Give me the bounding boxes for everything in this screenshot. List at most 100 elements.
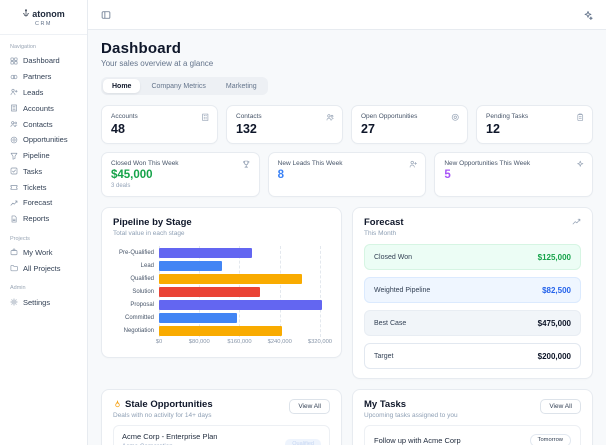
sidebar-item-dashboard[interactable]: Dashboard bbox=[0, 53, 87, 69]
sidebar-item-my-work[interactable]: My Work bbox=[0, 245, 87, 261]
sidebar-item-tickets[interactable]: Tickets bbox=[0, 179, 87, 195]
chart-bar-qualified[interactable] bbox=[159, 273, 303, 284]
page-subtitle: Your sales overview at a glance bbox=[101, 59, 214, 68]
task-due-badge: Tomorrow bbox=[529, 433, 571, 445]
sidebar-item-contacts[interactable]: Contacts bbox=[0, 116, 87, 132]
partners-icon bbox=[10, 73, 18, 81]
forecast-row-closed-won: Closed Won $125,000 bbox=[364, 244, 581, 270]
highlight-value: $45,000 bbox=[111, 169, 153, 181]
stat-card-pending-tasks[interactable]: Pending Tasks 12 bbox=[476, 105, 593, 144]
sidebar-nav: Navigation Dashboard Partners Leads Accounts… bbox=[0, 35, 87, 310]
sidebar-item-label: Partners bbox=[23, 72, 52, 82]
stat-card-contacts[interactable]: Contacts 132 bbox=[226, 105, 343, 144]
sidebar-item-label: Tickets bbox=[23, 182, 47, 192]
stale-subtitle: Deals with no activity for 14+ days bbox=[113, 412, 212, 419]
chart-bar-negotiation[interactable] bbox=[159, 325, 283, 336]
sidebar-item-partners[interactable]: Partners bbox=[0, 69, 87, 85]
forecast-row-label: Best Case bbox=[374, 319, 407, 327]
sidebar-item-settings[interactable]: Settings bbox=[0, 294, 87, 310]
chart-x-tick: $240,000 bbox=[267, 339, 292, 345]
user-plus-icon bbox=[409, 160, 418, 169]
chart-bar-solution[interactable] bbox=[159, 286, 260, 297]
stale-opportunity-row[interactable]: Acme Corp - Enterprise PlanAcme Corporat… bbox=[113, 425, 330, 445]
stat-label: Accounts bbox=[111, 113, 138, 120]
sidebar-item-leads[interactable]: Leads bbox=[0, 85, 87, 101]
forecast-row-label: Weighted Pipeline bbox=[374, 286, 431, 294]
forecast-panel: Forecast This Month Closed Won $125,000 We… bbox=[352, 207, 593, 379]
sidebar-item-all-projects[interactable]: All Projects bbox=[0, 260, 87, 276]
sidebar-item-reports[interactable]: Reports bbox=[0, 211, 87, 227]
dashboard-tabs: Home Company Metrics Marketing bbox=[101, 77, 268, 95]
flame-icon bbox=[113, 400, 122, 409]
trophy-icon bbox=[242, 160, 251, 169]
stat-value: 12 bbox=[486, 122, 500, 136]
nav-section-label: Admin bbox=[10, 285, 26, 292]
anchor-icon bbox=[22, 9, 30, 19]
sidebar-item-label: Settings bbox=[23, 297, 51, 307]
highlight-card-closed-won-this-week[interactable]: Closed Won This Week $45,000 3 deals bbox=[101, 152, 260, 197]
pipeline-icon bbox=[10, 152, 18, 160]
stage-badge: Qualified bbox=[285, 438, 321, 445]
pipeline-chart: Pre-Qualified Lead Qualified Solution Propos… bbox=[113, 246, 332, 348]
page-title: Dashboard bbox=[101, 40, 182, 57]
sidebar-item-label: Leads bbox=[23, 87, 44, 97]
tab-company-metrics[interactable]: Company Metrics bbox=[142, 79, 214, 93]
stale-view-all-button[interactable]: View All bbox=[289, 399, 330, 414]
chart-category-label: Qualified bbox=[130, 275, 154, 282]
chart-gridline bbox=[319, 246, 321, 337]
sidebar-item-label: My Work bbox=[23, 247, 53, 257]
sidebar-item-accounts[interactable]: Accounts bbox=[0, 100, 87, 116]
sidebar-item-label: Contacts bbox=[23, 119, 53, 129]
forecast-row-label: Closed Won bbox=[374, 253, 413, 261]
brand-name: atonom bbox=[32, 9, 65, 19]
sidebar-item-pipeline[interactable]: Pipeline bbox=[0, 148, 87, 164]
sidebar-item-forecast[interactable]: Forecast bbox=[0, 195, 87, 211]
sidebar-item-label: Opportunities bbox=[23, 135, 68, 145]
chart-bar-proposal[interactable] bbox=[159, 299, 323, 310]
sidebar-item-label: Tasks bbox=[23, 166, 43, 176]
chart-bar-pre-qualified[interactable] bbox=[159, 247, 253, 258]
stat-card-accounts[interactable]: Accounts 48 bbox=[101, 105, 218, 144]
tasks-title: My Tasks bbox=[364, 399, 407, 410]
pipeline-subtitle: Total value in each stage bbox=[113, 230, 185, 237]
chart-x-tick: $80,000 bbox=[188, 339, 210, 345]
sidebar-item-label: Pipeline bbox=[23, 151, 50, 161]
pipeline-title: Pipeline by Stage bbox=[113, 217, 192, 228]
stat-card-open-opportunities[interactable]: Open Opportunities 27 bbox=[351, 105, 468, 144]
charts-row: Pipeline by Stage Total value in each st… bbox=[101, 207, 593, 379]
forecast-row-value: $475,000 bbox=[537, 318, 571, 328]
nav-section-label: Navigation bbox=[10, 44, 36, 50]
dashboard-content: Dashboard Your sales overview at a glanc… bbox=[88, 30, 606, 445]
tab-marketing[interactable]: Marketing bbox=[217, 79, 266, 93]
chart-category-label: Proposal bbox=[130, 301, 154, 308]
chart-bar-lead[interactable] bbox=[159, 260, 222, 271]
dashboard-icon bbox=[10, 57, 18, 65]
task-row[interactable]: Follow up with Acme Corp Tomorrow bbox=[364, 425, 581, 445]
sidebar-item-label: Accounts bbox=[23, 103, 54, 113]
leads-icon bbox=[10, 88, 18, 96]
highlight-card-new-leads-this-week[interactable]: New Leads This Week 8 bbox=[267, 152, 427, 197]
stat-value: 132 bbox=[236, 122, 257, 136]
sparkles-icon[interactable] bbox=[583, 10, 593, 20]
forecast-row-target: Target $200,000 bbox=[364, 343, 581, 369]
highlight-card-new-opportunities-this-week[interactable]: New Opportunities This Week 5 bbox=[434, 152, 593, 197]
tasks-view-all-button[interactable]: View All bbox=[540, 399, 581, 414]
sidebar-item-label: Reports bbox=[23, 214, 50, 224]
chart-category-label: Committed bbox=[124, 314, 154, 321]
chart-bar-committed[interactable] bbox=[159, 312, 237, 323]
chart-category-label: Lead bbox=[140, 262, 154, 269]
chart-x-tick: $160,000 bbox=[227, 339, 252, 345]
tasks-icon bbox=[10, 167, 18, 175]
sidebar-item-opportunities[interactable]: Opportunities bbox=[0, 132, 87, 148]
sidebar-toggle-icon[interactable] bbox=[101, 10, 111, 20]
highlight-label: Closed Won This Week bbox=[111, 160, 179, 167]
topbar bbox=[88, 0, 606, 30]
chart-category-label: Solution bbox=[132, 288, 154, 295]
chart-category-label: Negotiation bbox=[123, 327, 154, 334]
highlight-label: New Leads This Week bbox=[277, 160, 343, 167]
users-icon bbox=[326, 113, 335, 122]
sidebar-item-tasks[interactable]: Tasks bbox=[0, 163, 87, 179]
tab-home[interactable]: Home bbox=[103, 79, 141, 93]
stat-label: Contacts bbox=[236, 113, 262, 120]
sparkle-icon bbox=[576, 160, 585, 169]
